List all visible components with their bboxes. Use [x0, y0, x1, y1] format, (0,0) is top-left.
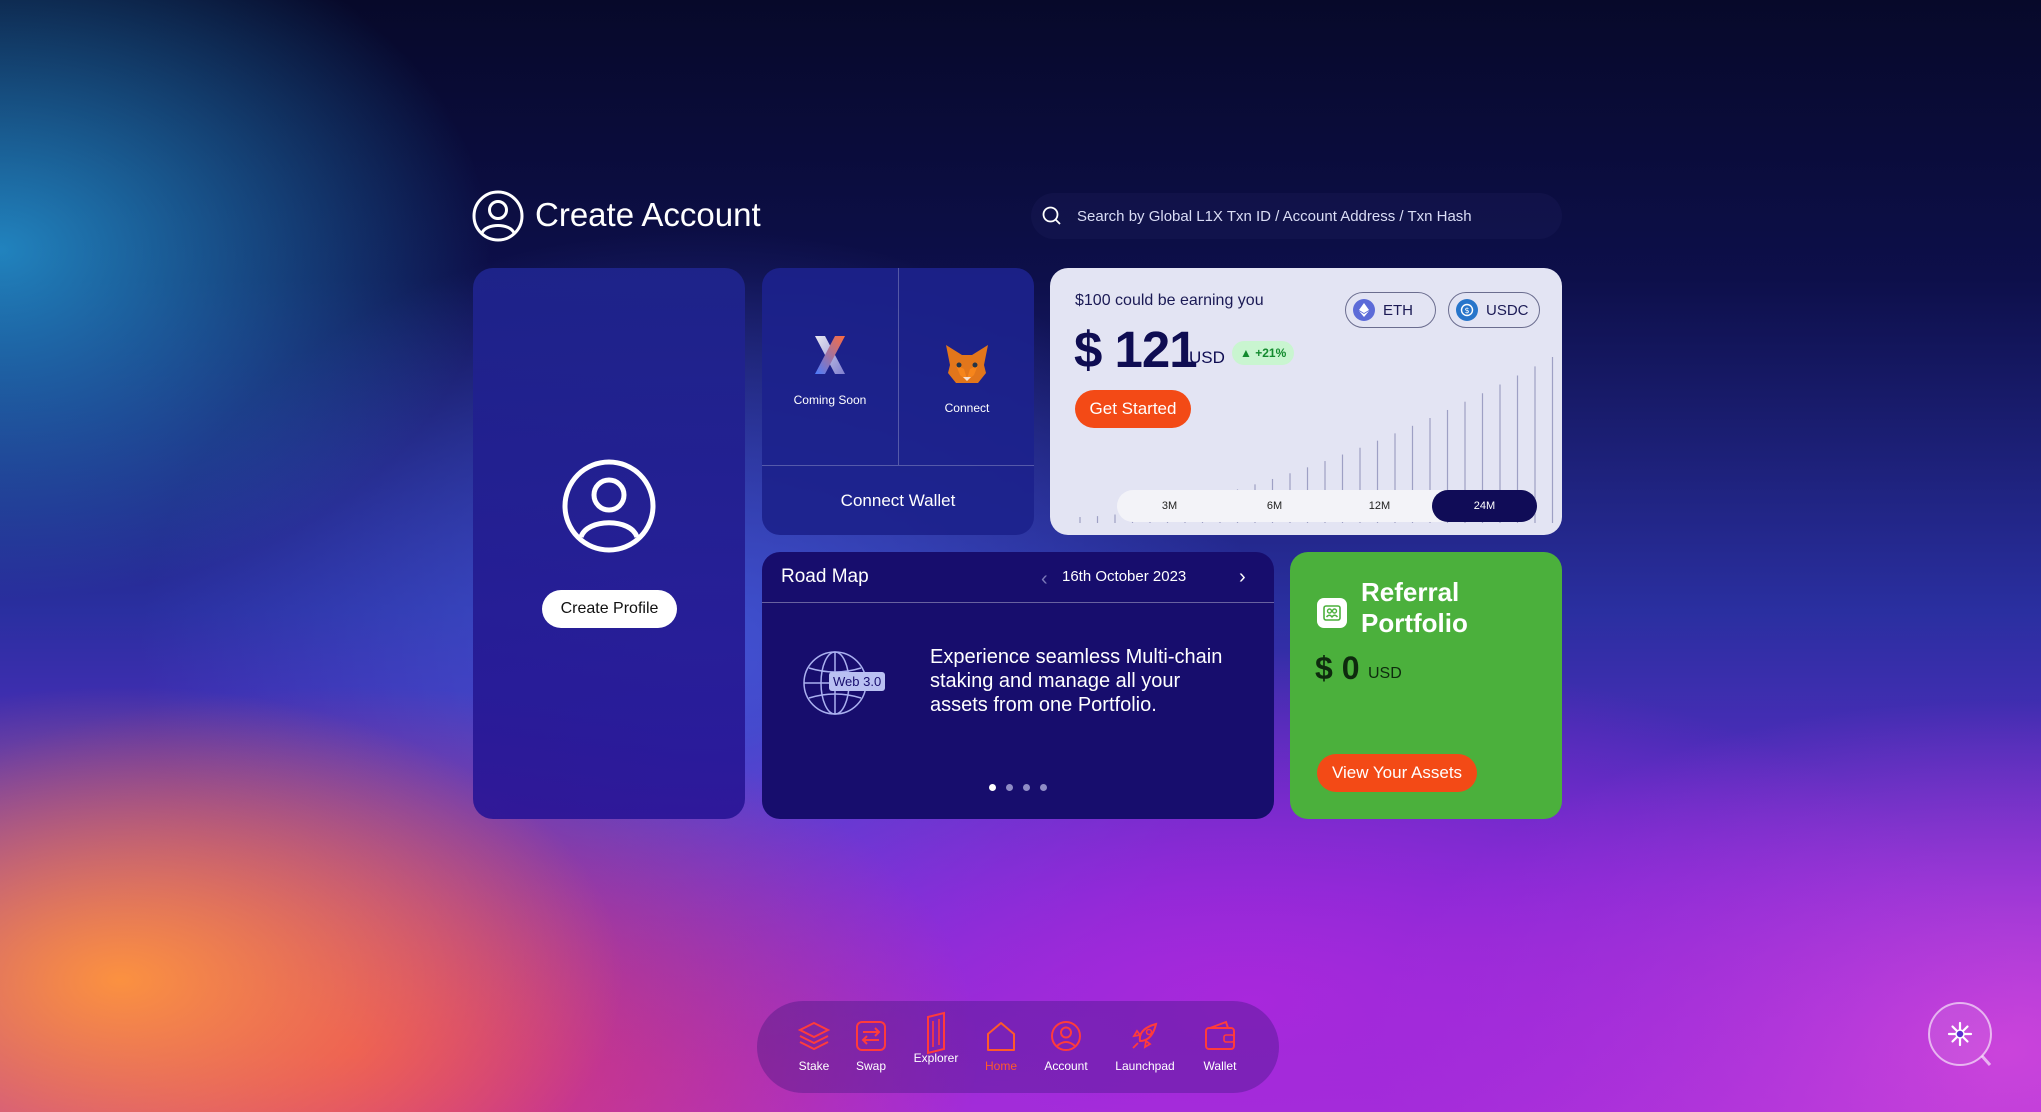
explorer-icon [927, 1011, 945, 1055]
account-icon [472, 190, 524, 242]
get-started-button[interactable]: Get Started [1075, 390, 1191, 428]
token-label: USDC [1486, 301, 1529, 319]
roadmap-date: 16th October 2023 [1062, 568, 1187, 585]
period-6m[interactable]: 6M [1222, 490, 1327, 522]
dock-item-stake[interactable]: Stake [784, 1019, 844, 1073]
account-icon [1051, 1021, 1081, 1051]
period-3m[interactable]: 3M [1117, 490, 1222, 522]
web3-badge: Web 3.0 [829, 672, 886, 691]
ai-search-icon[interactable] [1926, 1001, 1994, 1069]
wallet-option-metamask[interactable]: Connect [899, 268, 1034, 465]
divider [762, 602, 1274, 603]
dock-label: Explorer [913, 1051, 959, 1065]
bottom-dock: Stake Swap Explorer Home Account Launchp… [757, 1001, 1279, 1093]
change-badge: ▲ +21% [1232, 341, 1295, 365]
token-usdc-button[interactable]: $ USDC [1448, 292, 1540, 328]
dock-item-launchpad[interactable]: Launchpad [1115, 1019, 1175, 1073]
wallet-option-label: Coming Soon [793, 393, 867, 407]
change-value: +21% [1255, 346, 1287, 360]
search-bar[interactable] [1031, 193, 1562, 239]
period-12m[interactable]: 12M [1327, 490, 1432, 522]
carousel-dot[interactable] [1006, 784, 1013, 791]
view-assets-button[interactable]: View Your Assets [1317, 754, 1477, 792]
earnings-currency: USD [1189, 348, 1225, 367]
carousel-dot[interactable] [989, 784, 996, 791]
token-eth-button[interactable]: ETH [1345, 292, 1436, 328]
chevron-right-icon[interactable]: › [1239, 566, 1246, 589]
usdc-icon: $ [1456, 299, 1478, 321]
dock-label: Home [984, 1059, 1017, 1073]
metamask-fox-icon [946, 345, 988, 383]
referral-currency: USD [1368, 665, 1402, 682]
rocket-icon [1132, 1022, 1158, 1049]
dock-label: Stake [798, 1059, 830, 1073]
connect-wallet-button[interactable]: Connect Wallet [762, 466, 1034, 535]
period-24m[interactable]: 24M [1432, 490, 1537, 522]
wallet-icon [1205, 1020, 1235, 1050]
earnings-subtitle: $100 could be earning you [1075, 292, 1264, 309]
dock-item-swap[interactable]: Swap [841, 1019, 901, 1073]
roadmap-card: Road Map ‹ 16th October 2023 › Web 3.0 E… [762, 552, 1274, 819]
dock-label: Account [1044, 1059, 1088, 1073]
dock-item-explorer[interactable]: Explorer [906, 1011, 966, 1065]
carousel-dots [989, 784, 1047, 791]
referral-title: Referral Portfolio [1361, 577, 1468, 638]
referral-icon [1317, 598, 1347, 628]
search-input[interactable] [1075, 206, 1539, 226]
referral-card: Referral Portfolio $ 0 USD View Your Ass… [1290, 552, 1562, 819]
carousel-dot[interactable] [1023, 784, 1030, 791]
l1x-logo-icon [815, 336, 845, 374]
roadmap-title: Road Map [781, 566, 869, 587]
period-selector: 3M 6M 12M 24M [1117, 490, 1537, 522]
roadmap-description: Experience seamless Multi-chain staking … [930, 646, 1223, 716]
search-icon [1042, 206, 1061, 225]
wallet-option-label: Connect [944, 401, 990, 415]
profile-card: Create Profile [473, 268, 745, 819]
chevron-left-icon[interactable]: ‹ [1041, 568, 1048, 591]
eth-icon [1353, 299, 1375, 321]
earnings-amount: $ 121 [1074, 321, 1198, 378]
dock-label: Wallet [1203, 1059, 1237, 1073]
wallet-option-l1x[interactable]: Coming Soon [762, 268, 898, 465]
swap-icon [856, 1021, 886, 1051]
page-title: Create Account [535, 196, 761, 233]
home-icon [987, 1022, 1015, 1051]
dock-label: Launchpad [1115, 1059, 1175, 1073]
svg-text:$: $ [1464, 306, 1469, 315]
dock-item-wallet[interactable]: Wallet [1190, 1019, 1250, 1073]
profile-avatar-icon [562, 459, 656, 553]
token-label: ETH [1383, 301, 1413, 319]
referral-amount: $ 0 [1315, 650, 1360, 686]
carousel-dot[interactable] [1040, 784, 1047, 791]
dock-item-account[interactable]: Account [1036, 1019, 1096, 1073]
stack-icon [797, 1021, 831, 1051]
dock-label: Swap [855, 1059, 887, 1073]
dock-item-home[interactable]: Home [971, 1019, 1031, 1073]
create-profile-button[interactable]: Create Profile [542, 590, 677, 628]
wallet-card: Coming Soon Connect Connect Wallet [762, 268, 1034, 535]
earnings-card: $100 could be earning you $ 121 USD ▲ +2… [1050, 268, 1562, 535]
